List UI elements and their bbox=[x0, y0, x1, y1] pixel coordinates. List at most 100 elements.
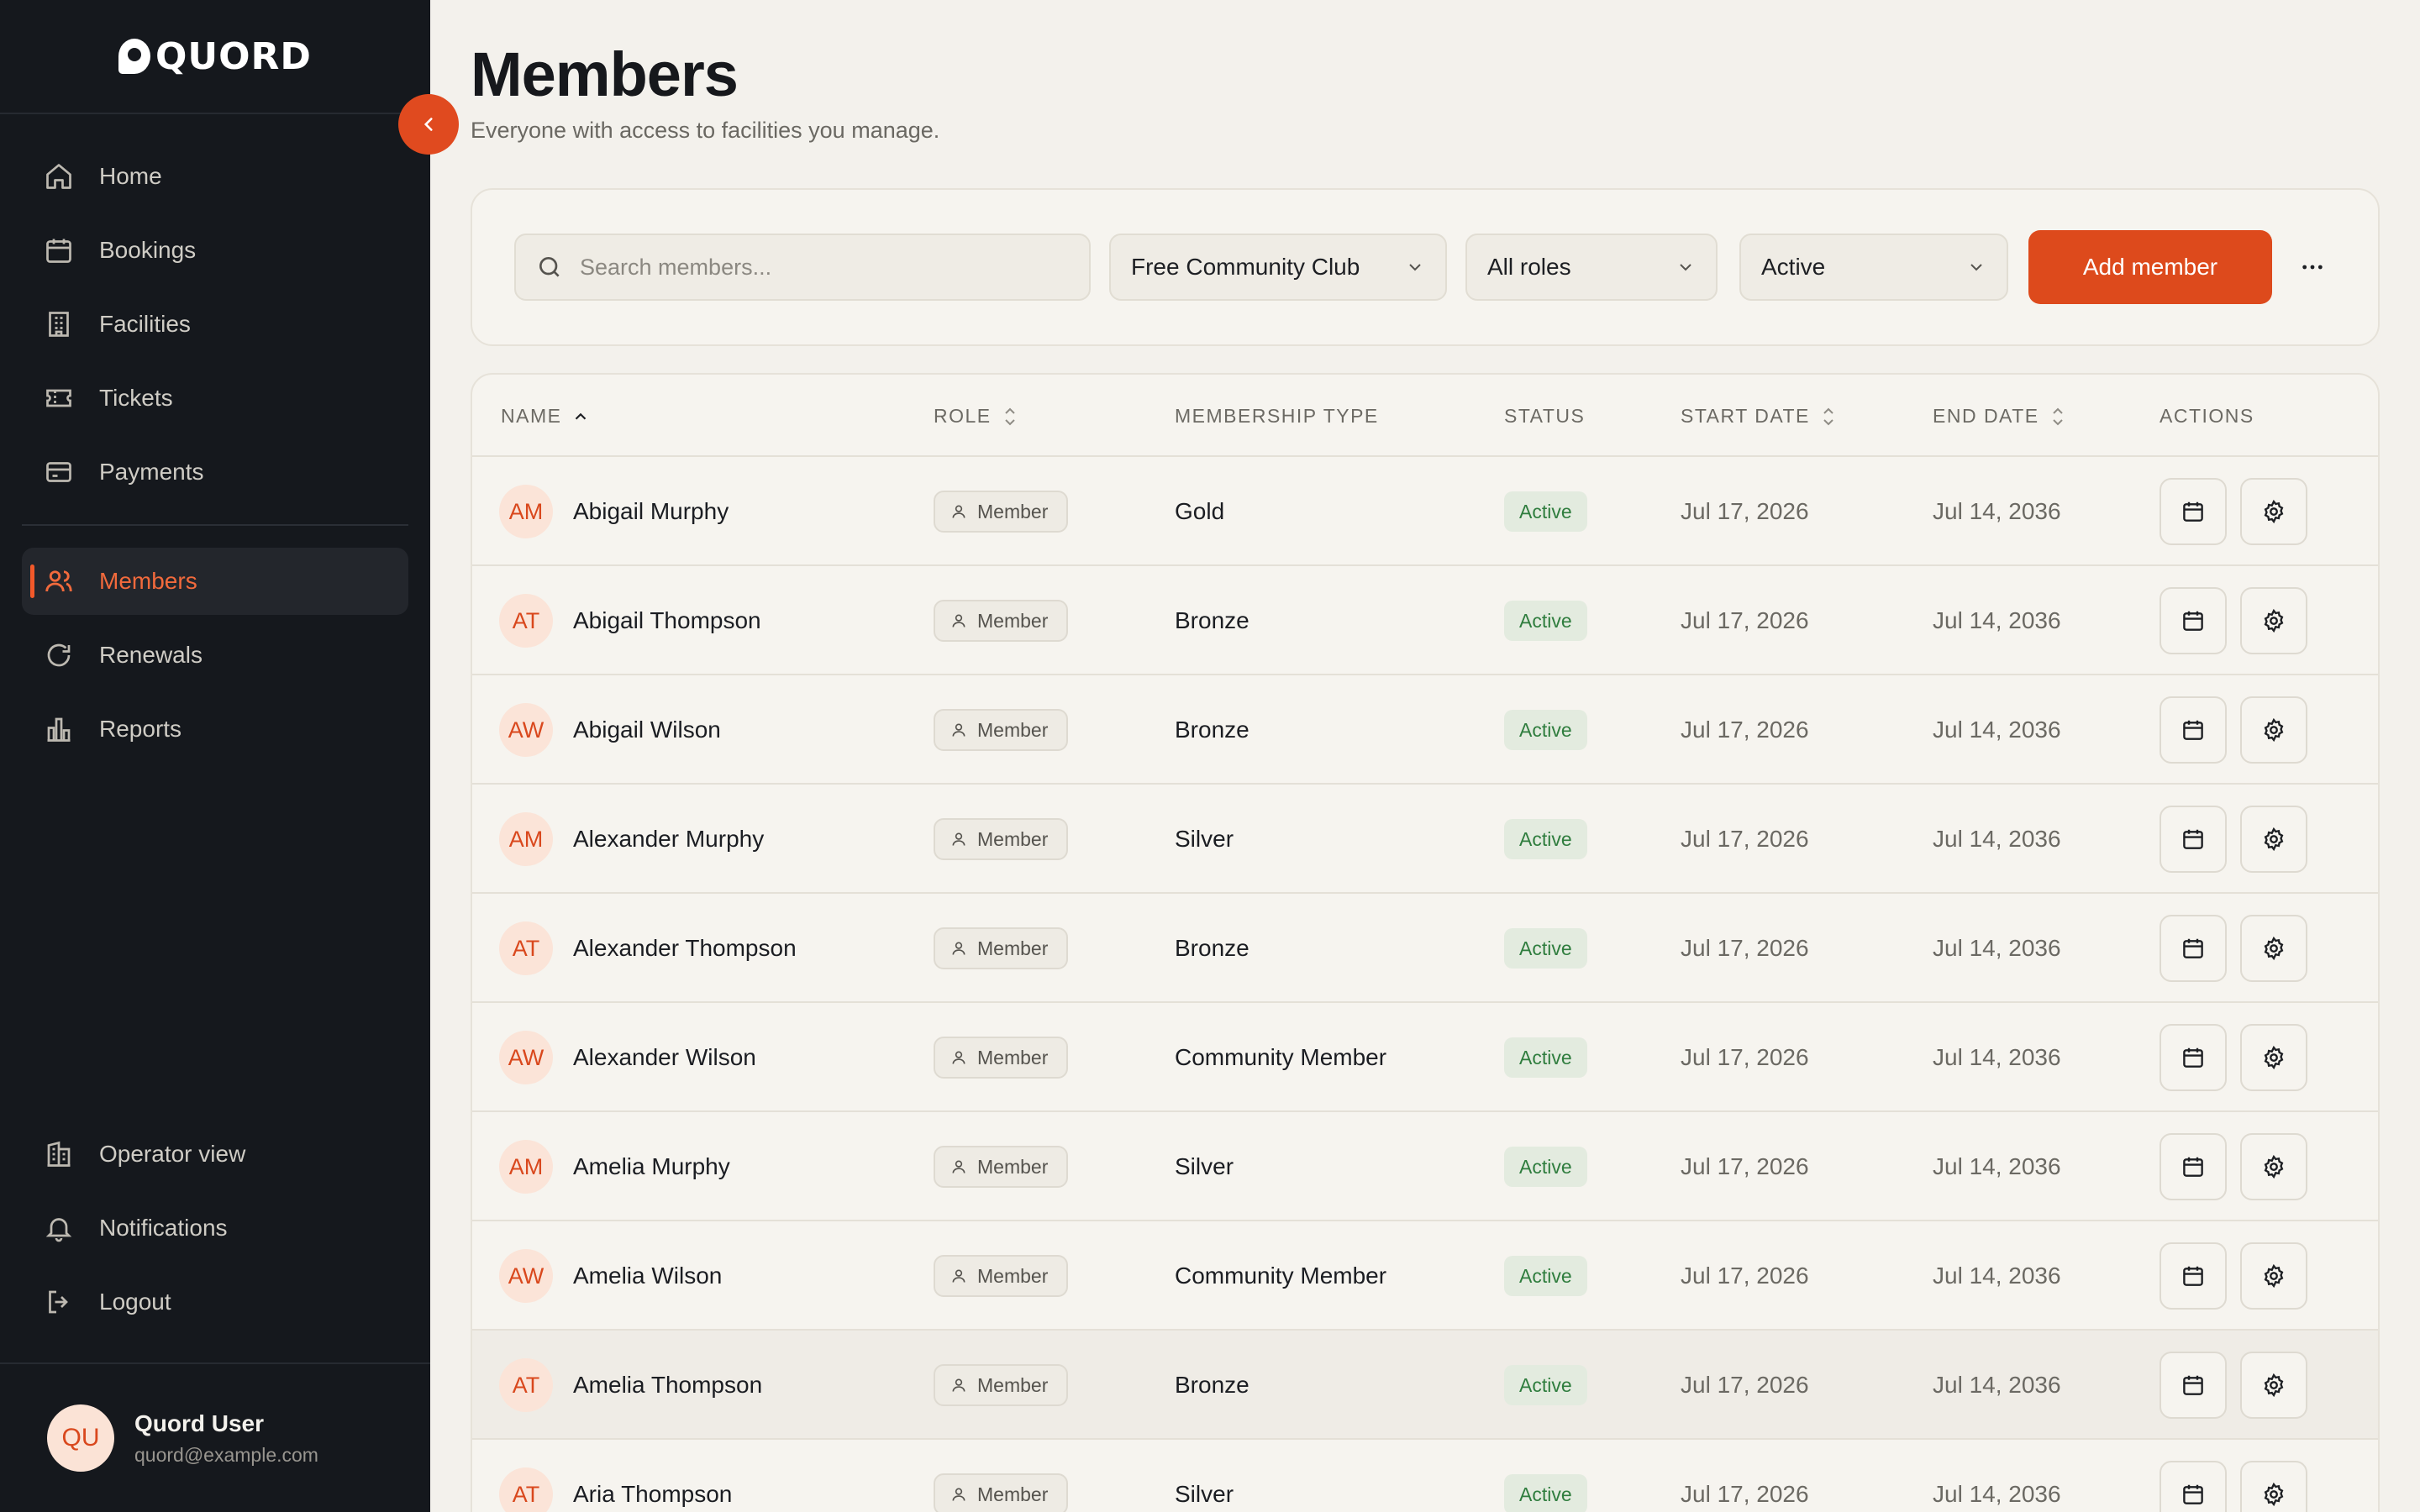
member-name[interactable]: Amelia Thompson bbox=[573, 1372, 762, 1399]
status-badge: Active bbox=[1504, 1365, 1587, 1405]
table-row[interactable]: AW Amelia Wilson Member Community Member Act… bbox=[472, 1221, 2378, 1331]
column-header-end-date[interactable]: END DATE bbox=[1933, 405, 2066, 428]
settings-button[interactable] bbox=[2240, 806, 2307, 873]
schedule-button[interactable] bbox=[2160, 696, 2227, 764]
status-badge: Active bbox=[1504, 1147, 1587, 1187]
brand-logo[interactable]: QUORD bbox=[0, 0, 430, 114]
member-name[interactable]: Alexander Wilson bbox=[573, 1044, 756, 1071]
role-select[interactable]: All roles bbox=[1465, 234, 1718, 301]
search-input[interactable]: Search members... bbox=[514, 234, 1091, 301]
role-cell: Member bbox=[934, 1221, 1069, 1331]
status-select[interactable]: Active bbox=[1739, 234, 2008, 301]
add-member-button[interactable]: Add member bbox=[2028, 230, 2272, 304]
actions-cell bbox=[2160, 1221, 2321, 1331]
schedule-button[interactable] bbox=[2160, 1352, 2227, 1419]
start-date: Jul 17, 2026 bbox=[1681, 1372, 1809, 1398]
user-icon bbox=[950, 1486, 967, 1503]
member-name[interactable]: Abigail Murphy bbox=[573, 498, 729, 525]
start-date: Jul 17, 2026 bbox=[1681, 1153, 1809, 1179]
settings-button[interactable] bbox=[2240, 696, 2307, 764]
table-row[interactable]: AM Abigail Murphy Member Gold Active Jul 17, … bbox=[472, 457, 2378, 566]
role-cell: Member bbox=[934, 1003, 1069, 1112]
credit-card-icon bbox=[42, 455, 76, 489]
sidebar-item-operator-view[interactable]: Operator view bbox=[22, 1121, 408, 1188]
avatar: AM bbox=[499, 812, 553, 866]
role-cell: Member bbox=[934, 785, 1069, 894]
member-name-cell: AT Abigail Thompson bbox=[499, 566, 761, 675]
settings-button[interactable] bbox=[2240, 1242, 2307, 1310]
sidebar-item-members[interactable]: Members bbox=[22, 548, 408, 615]
column-header-name[interactable]: NAME bbox=[501, 405, 590, 428]
user-icon bbox=[950, 722, 967, 738]
gear-icon bbox=[2261, 827, 2286, 852]
sidebar-item-facilities[interactable]: Facilities bbox=[22, 291, 408, 358]
settings-button[interactable] bbox=[2240, 478, 2307, 545]
table-row[interactable]: AT Alexander Thompson Member Bronze Active Ju… bbox=[472, 894, 2378, 1003]
schedule-button[interactable] bbox=[2160, 1461, 2227, 1512]
table-row[interactable]: AT Amelia Thompson Member Bronze Active Jul 1… bbox=[472, 1331, 2378, 1440]
settings-button[interactable] bbox=[2240, 1352, 2307, 1419]
table-row[interactable]: AM Alexander Murphy Member Silver Active Jul … bbox=[472, 785, 2378, 894]
member-name[interactable]: Abigail Wilson bbox=[573, 717, 721, 743]
calendar-icon bbox=[2181, 1482, 2206, 1507]
settings-button[interactable] bbox=[2240, 915, 2307, 982]
avatar: AW bbox=[499, 703, 553, 757]
sidebar-item-tickets[interactable]: Tickets bbox=[22, 365, 408, 432]
member-name[interactable]: Amelia Murphy bbox=[573, 1153, 730, 1180]
status-cell: Active bbox=[1504, 566, 1587, 675]
settings-button[interactable] bbox=[2240, 1024, 2307, 1091]
members-table: NAME ROLE MEMBERSHIP TYPE STATUS START D… bbox=[471, 373, 2380, 1512]
settings-button[interactable] bbox=[2240, 1133, 2307, 1200]
sidebar-item-home[interactable]: Home bbox=[22, 143, 408, 210]
settings-button[interactable] bbox=[2240, 1461, 2307, 1512]
member-name[interactable]: Aria Thompson bbox=[573, 1481, 732, 1508]
column-header-role[interactable]: ROLE bbox=[934, 405, 1018, 428]
member-name[interactable]: Alexander Murphy bbox=[573, 826, 764, 853]
table-row[interactable]: AW Abigail Wilson Member Bronze Active Jul 17… bbox=[472, 675, 2378, 785]
schedule-button[interactable] bbox=[2160, 1242, 2227, 1310]
calendar-icon bbox=[2181, 1373, 2206, 1398]
schedule-button[interactable] bbox=[2160, 587, 2227, 654]
page-title: Members bbox=[471, 39, 739, 109]
member-name[interactable]: Abigail Thompson bbox=[573, 607, 761, 634]
gear-icon bbox=[2261, 499, 2286, 524]
sidebar-item-reports[interactable]: Reports bbox=[22, 696, 408, 763]
brand-name: QUORD bbox=[155, 34, 312, 78]
user-profile[interactable]: QU Quord User quord@example.com bbox=[0, 1362, 430, 1512]
schedule-button[interactable] bbox=[2160, 478, 2227, 545]
table-row[interactable]: AM Amelia Murphy Member Silver Active Jul 17,… bbox=[472, 1112, 2378, 1221]
table-row[interactable]: AT Abigail Thompson Member Bronze Active Jul … bbox=[472, 566, 2378, 675]
membership-type: Community Member bbox=[1175, 1263, 1387, 1289]
sidebar-item-notifications[interactable]: Notifications bbox=[22, 1194, 408, 1262]
sidebar-item-logout[interactable]: Logout bbox=[22, 1268, 408, 1336]
sidebar-item-bookings[interactable]: Bookings bbox=[22, 217, 408, 284]
sidebar-item-label: Operator view bbox=[99, 1141, 246, 1167]
sidebar: QUORD Home Bookings Facilities Tickets P… bbox=[0, 0, 430, 1512]
sidebar-item-payments[interactable]: Payments bbox=[22, 438, 408, 506]
gear-icon bbox=[2261, 1154, 2286, 1179]
schedule-button[interactable] bbox=[2160, 915, 2227, 982]
schedule-button[interactable] bbox=[2160, 1024, 2227, 1091]
membership-type: Silver bbox=[1175, 826, 1234, 852]
club-select[interactable]: Free Community Club bbox=[1109, 234, 1447, 301]
actions-cell bbox=[2160, 1003, 2321, 1112]
actions-cell bbox=[2160, 894, 2321, 1003]
more-options-button[interactable] bbox=[2291, 245, 2334, 289]
role-cell: Member bbox=[934, 566, 1069, 675]
status-select-value: Active bbox=[1761, 254, 1826, 280]
schedule-button[interactable] bbox=[2160, 1133, 2227, 1200]
table-row[interactable]: AT Aria Thompson Member Silver Active Jul 17,… bbox=[472, 1440, 2378, 1512]
member-name[interactable]: Alexander Thompson bbox=[573, 935, 797, 962]
sidebar-item-renewals[interactable]: Renewals bbox=[22, 622, 408, 689]
column-header-start-date[interactable]: START DATE bbox=[1681, 405, 1837, 428]
schedule-button[interactable] bbox=[2160, 806, 2227, 873]
table-row[interactable]: AW Alexander Wilson Member Community Member… bbox=[472, 1003, 2378, 1112]
sidebar-item-label: Notifications bbox=[99, 1215, 228, 1241]
collapse-sidebar-button[interactable] bbox=[398, 94, 459, 155]
user-name: Quord User bbox=[134, 1410, 265, 1436]
actions-cell bbox=[2160, 675, 2321, 785]
member-name[interactable]: Amelia Wilson bbox=[573, 1263, 722, 1289]
settings-button[interactable] bbox=[2240, 587, 2307, 654]
membership-type: Bronze bbox=[1175, 1372, 1249, 1398]
start-date: Jul 17, 2026 bbox=[1681, 717, 1809, 743]
